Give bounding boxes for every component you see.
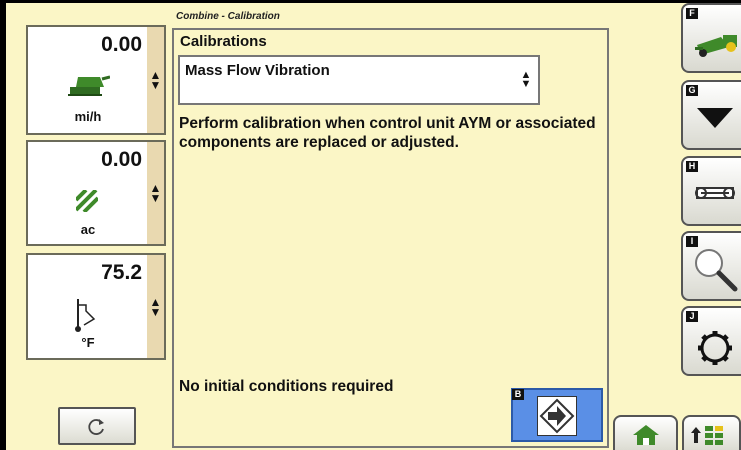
- area-value: 0.00: [101, 148, 142, 171]
- temperature-unit: °F: [81, 335, 95, 350]
- softkey-g-down[interactable]: G: [681, 80, 741, 150]
- page-title: Combine - Calibration: [176, 11, 280, 22]
- softkey-j-settings[interactable]: J: [681, 306, 741, 376]
- home-button[interactable]: [613, 415, 678, 450]
- area-panel[interactable]: 0.00 ac ▲ ▼: [26, 140, 166, 246]
- gear-icon: [698, 331, 732, 365]
- refresh-button[interactable]: [58, 407, 136, 445]
- next-arrow-icon: [537, 396, 577, 436]
- speed-unit: mi/h: [74, 109, 102, 124]
- area-unit: ac: [80, 222, 96, 237]
- area-hatch-icon: [76, 190, 98, 212]
- speed-panel[interactable]: 0.00 mi/h ▲ ▼: [26, 25, 166, 135]
- down-arrow-icon: [697, 108, 733, 128]
- refresh-icon: [88, 419, 104, 435]
- next-button[interactable]: B: [511, 388, 603, 442]
- up-down-arrows-icon: ▲ ▼: [149, 68, 162, 92]
- up-down-arrows-icon: ▲ ▼: [149, 181, 162, 205]
- calibration-description: Perform calibration when control unit AY…: [179, 115, 596, 151]
- calibrations-label: Calibrations: [180, 33, 267, 50]
- calibration-select[interactable]: Mass Flow Vibration ▲ ▼: [178, 55, 540, 105]
- temperature-panel[interactable]: 75.2 °F ▲ ▼: [26, 253, 166, 360]
- home-icon: [633, 425, 659, 445]
- temperature-scroll-strip[interactable]: ▲ ▼: [147, 255, 164, 358]
- initial-conditions-text: No initial conditions required: [179, 378, 394, 395]
- combine-speed-icon: [68, 75, 110, 96]
- calibration-select-value: Mass Flow Vibration: [185, 62, 330, 79]
- area-scroll-strip[interactable]: ▲ ▼: [147, 142, 164, 244]
- calibration-content: Calibrations Mass Flow Vibration ▲ ▼ Perf…: [172, 28, 609, 448]
- thermometer-icon: [75, 299, 96, 332]
- display-screen: 0.00 mi/h ▲ ▼ 0.00 ac ▲ ▼ 75.2 °F ▲ ▼ Co…: [6, 3, 741, 450]
- softkey-f-combine[interactable]: F: [681, 3, 741, 73]
- combine-icon: [695, 35, 737, 57]
- menu-button[interactable]: [682, 415, 741, 450]
- softkey-h-wrench[interactable]: H: [681, 156, 741, 226]
- speed-value: 0.00: [101, 33, 142, 56]
- magnifier-icon: [695, 249, 738, 292]
- up-down-arrows-icon: ▲ ▼: [520, 69, 532, 90]
- temperature-value: 75.2: [101, 261, 142, 284]
- wrench-icon: [695, 187, 735, 199]
- up-down-arrows-icon: ▲ ▼: [149, 294, 162, 319]
- menu-icon: [691, 426, 723, 445]
- softkey-i-search[interactable]: I: [681, 231, 741, 301]
- key-label-b: B: [512, 389, 524, 400]
- speed-scroll-strip[interactable]: ▲ ▼: [147, 27, 164, 133]
